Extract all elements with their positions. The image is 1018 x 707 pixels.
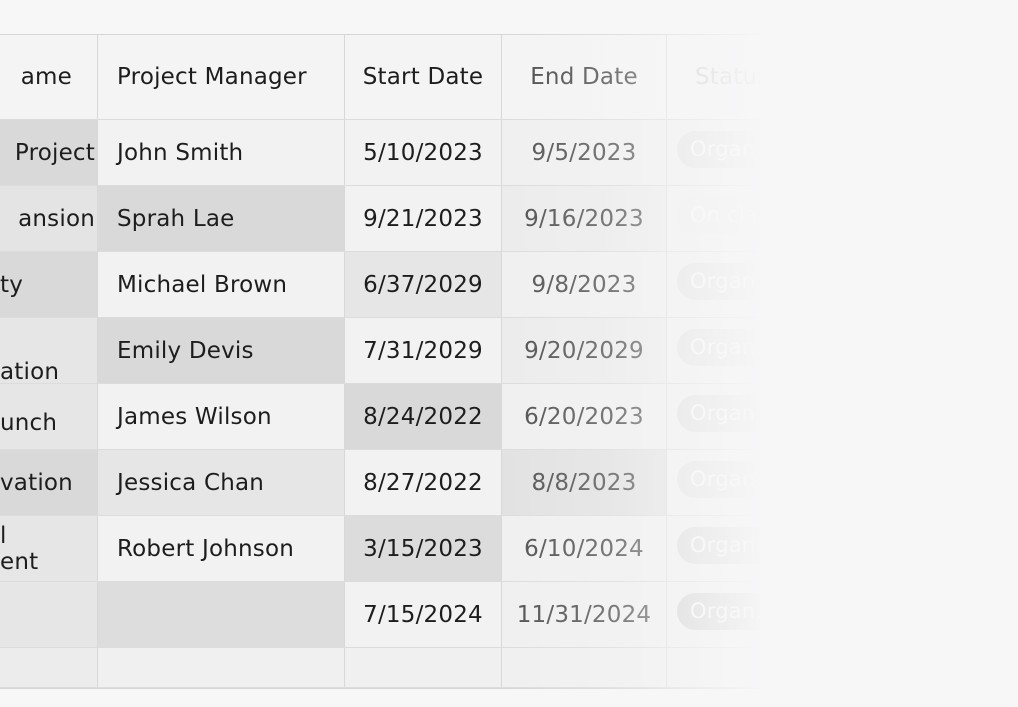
table-row[interactable]: 7/15/2024 11/31/2024 Organ...: [0, 581, 760, 648]
project-name-cell[interactable]: Project: [0, 119, 98, 186]
project-table: ame Project Manager Start Date End Date …: [0, 35, 760, 688]
table-row[interactable]: ansion Sprah Lae 9/21/2023 9/16/2023 On …: [0, 185, 760, 252]
empty-cell: [344, 647, 502, 688]
project-name: ansion: [18, 205, 95, 232]
start-date-cell[interactable]: 8/24/2022: [344, 383, 502, 450]
status-cell[interactable]: Organ...: [666, 317, 760, 384]
empty-cell: [0, 647, 98, 688]
header-end-date[interactable]: End Date: [501, 35, 667, 120]
project-manager-cell[interactable]: Sprah Lae: [97, 185, 345, 252]
end-date-cell[interactable]: 9/5/2023: [501, 119, 667, 186]
status-cell[interactable]: Organ...: [666, 449, 760, 516]
project-manager-cell[interactable]: [97, 581, 345, 648]
project-manager-cell[interactable]: James Wilson: [97, 383, 345, 450]
status-badge[interactable]: Organ...: [677, 263, 760, 300]
end-date-cell[interactable]: 11/31/2024: [501, 581, 667, 648]
project-name-cell[interactable]: [0, 581, 98, 648]
empty-cell: [501, 647, 667, 688]
end-date-cell[interactable]: 9/20/2029: [501, 317, 667, 384]
status-badge[interactable]: Organ...: [677, 461, 760, 498]
table-row[interactable]: ty Michael Brown 6/37/2029 9/8/2023 Orga…: [0, 251, 760, 318]
status-badge[interactable]: Organ...: [677, 395, 760, 432]
start-date-cell[interactable]: 8/27/2022: [344, 449, 502, 516]
start-date-cell[interactable]: 7/31/2029: [344, 317, 502, 384]
table-row[interactable]: vation Jessica Chan 8/27/2022 8/8/2023 O…: [0, 449, 760, 516]
project-name: Project: [14, 139, 95, 166]
start-date-cell[interactable]: 6/37/2029: [344, 251, 502, 318]
header-start-date[interactable]: Start Date: [344, 35, 502, 120]
project-name-cell[interactable]: ty: [0, 251, 98, 318]
table-row[interactable]: unch James Wilson 8/24/2022 6/20/2023 Or…: [0, 383, 760, 450]
end-date-cell[interactable]: 6/20/2023: [501, 383, 667, 450]
end-date-cell[interactable]: 9/8/2023: [501, 251, 667, 318]
project-manager-cell[interactable]: John Smith: [97, 119, 345, 186]
project-name-cell[interactable]: l ent: [0, 515, 98, 582]
project-table-container: ame Project Manager Start Date End Date …: [0, 34, 760, 689]
status-cell[interactable]: Organ...: [666, 119, 760, 186]
start-date-cell[interactable]: 7/15/2024: [344, 581, 502, 648]
empty-cell: [666, 647, 760, 688]
project-manager-cell[interactable]: Jessica Chan: [97, 449, 345, 516]
status-badge[interactable]: Organ...: [677, 527, 760, 564]
project-name-cell[interactable]: ansion: [0, 185, 98, 252]
project-name: unch: [0, 409, 58, 436]
status-badge[interactable]: On clari: [677, 197, 760, 234]
header-project-name[interactable]: ame: [0, 35, 98, 120]
status-badge[interactable]: Organ...: [677, 329, 760, 366]
project-manager-cell[interactable]: Emily Devis: [97, 317, 345, 384]
project-name-cell[interactable]: ation: [0, 317, 98, 384]
start-date-cell[interactable]: 3/15/2023: [344, 515, 502, 582]
header-status[interactable]: Status: [666, 35, 760, 120]
project-name: vation: [0, 469, 73, 496]
status-cell[interactable]: Organ...: [666, 515, 760, 582]
end-date-cell[interactable]: 9/16/2023: [501, 185, 667, 252]
table-row[interactable]: Project John Smith 5/10/2023 9/5/2023 Or…: [0, 119, 760, 186]
table-header-row: ame Project Manager Start Date End Date …: [0, 35, 760, 120]
table-row[interactable]: ation Emily Devis 7/31/2029 9/20/2029 Or…: [0, 317, 760, 384]
empty-cell: [97, 647, 345, 688]
status-cell[interactable]: On clari: [666, 185, 760, 252]
status-cell[interactable]: Organ...: [666, 251, 760, 318]
project-manager-cell[interactable]: Michael Brown: [97, 251, 345, 318]
project-name: l ent: [0, 522, 39, 575]
start-date-cell[interactable]: 9/21/2023: [344, 185, 502, 252]
project-name: ation: [0, 359, 60, 384]
project-name: ty: [0, 271, 24, 298]
table-row-empty: [0, 647, 760, 688]
header-project-manager[interactable]: Project Manager: [97, 35, 345, 120]
project-manager-cell[interactable]: Robert Johnson: [97, 515, 345, 582]
table-row[interactable]: l ent Robert Johnson 3/15/2023 6/10/2024…: [0, 515, 760, 582]
start-date-cell[interactable]: 5/10/2023: [344, 119, 502, 186]
project-name-cell[interactable]: unch: [0, 383, 98, 450]
end-date-cell[interactable]: 6/10/2024: [501, 515, 667, 582]
status-cell[interactable]: Organ...: [666, 383, 760, 450]
status-badge[interactable]: Organ...: [677, 593, 760, 630]
status-cell[interactable]: Organ...: [666, 581, 760, 648]
status-badge[interactable]: Organ...: [677, 131, 760, 168]
end-date-cell[interactable]: 8/8/2023: [501, 449, 667, 516]
project-name-cell[interactable]: vation: [0, 449, 98, 516]
